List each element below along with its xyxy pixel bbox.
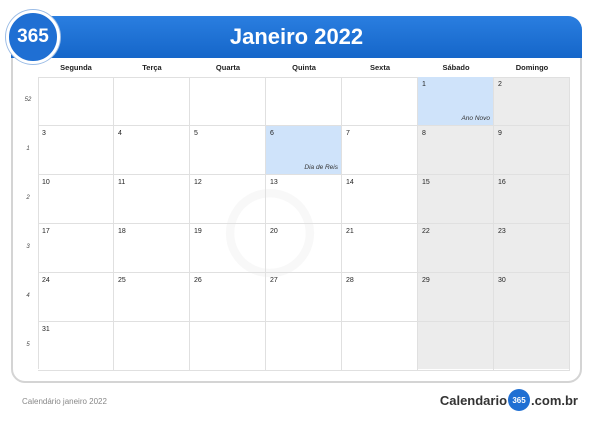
- day-number: 8: [422, 130, 426, 137]
- day-cell-9[interactable]: 9: [494, 126, 570, 175]
- day-number: 1: [422, 81, 426, 88]
- day-number: 14: [346, 179, 354, 186]
- day-cell-1[interactable]: 1 Ano Novo: [418, 77, 494, 126]
- empty-day-cell: [114, 322, 190, 371]
- weekday-header-5: Sábado: [442, 63, 470, 72]
- day-cell-27[interactable]: 27: [266, 273, 342, 322]
- day-cell-25[interactable]: 25: [114, 273, 190, 322]
- footer-caption: Calendário janeiro 2022: [22, 397, 107, 406]
- day-cell-14[interactable]: 14: [342, 175, 418, 224]
- day-number: 22: [422, 228, 430, 235]
- day-cell-24[interactable]: 24: [38, 273, 114, 322]
- day-number: 18: [118, 228, 126, 235]
- day-cell-29[interactable]: 29: [418, 273, 494, 322]
- empty-day-cell: [190, 77, 266, 126]
- brand-suffix: .com.br: [531, 392, 578, 408]
- brand-prefix: Calendario: [439, 392, 508, 408]
- holiday-label: Dia de Reis: [304, 164, 338, 171]
- day-cell-20[interactable]: 20: [266, 224, 342, 273]
- day-number: 27: [270, 277, 278, 284]
- brand-365-circle: 365: [508, 389, 531, 411]
- day-cell-13[interactable]: 13: [266, 175, 342, 224]
- day-number: 11: [118, 179, 126, 186]
- week-number: 1: [26, 146, 30, 152]
- week-number: 5: [26, 342, 30, 348]
- day-number: 24: [42, 277, 50, 284]
- day-number: 10: [42, 179, 50, 186]
- day-number: 29: [422, 277, 430, 284]
- day-cell-26[interactable]: 26: [190, 273, 266, 322]
- day-cell-30[interactable]: 30: [494, 273, 570, 322]
- day-number: 30: [498, 277, 506, 284]
- day-cell-28[interactable]: 28: [342, 273, 418, 322]
- day-number: 31: [42, 326, 50, 333]
- day-cell-31[interactable]: 31: [38, 322, 114, 371]
- day-number: 2: [498, 81, 502, 88]
- day-cell-23[interactable]: 23: [494, 224, 570, 273]
- empty-day-cell: [342, 77, 418, 126]
- empty-day-cell: [38, 77, 114, 126]
- day-number: 15: [422, 179, 430, 186]
- day-cell-10[interactable]: 10: [38, 175, 114, 224]
- week-number: 4: [26, 293, 30, 299]
- week-number: 3: [26, 244, 30, 250]
- day-cell-12[interactable]: 12: [190, 175, 266, 224]
- day-number: 16: [498, 179, 506, 186]
- day-number: 19: [194, 228, 202, 235]
- day-number: 12: [194, 179, 202, 186]
- day-number: 23: [498, 228, 506, 235]
- weekday-header-4: Sexta: [369, 63, 390, 72]
- day-cell-21[interactable]: 21: [342, 224, 418, 273]
- day-number: 9: [498, 130, 502, 137]
- empty-day-cell: [342, 322, 418, 371]
- day-cell-3[interactable]: 3: [38, 126, 114, 175]
- empty-day-cell: [114, 77, 190, 126]
- day-cell-17[interactable]: 17: [38, 224, 114, 273]
- logo-365[interactable]: 365: [6, 10, 60, 64]
- day-cell-15[interactable]: 15: [418, 175, 494, 224]
- day-cell-5[interactable]: 5: [190, 126, 266, 175]
- empty-day-cell: [494, 322, 570, 371]
- day-cell-2[interactable]: 2: [494, 77, 570, 126]
- day-cell-16[interactable]: 16: [494, 175, 570, 224]
- brand-logo[interactable]: Calendario 365 .com.br: [440, 389, 578, 411]
- holiday-label: Ano Novo: [461, 115, 490, 122]
- day-number: 5: [194, 130, 198, 137]
- day-number: 28: [346, 277, 354, 284]
- weekday-header-2: Quarta: [215, 63, 241, 72]
- day-cell-19[interactable]: 19: [190, 224, 266, 273]
- day-cell-4[interactable]: 4: [114, 126, 190, 175]
- day-number: 6: [270, 130, 274, 137]
- day-cell-22[interactable]: 22: [418, 224, 494, 273]
- day-cell-11[interactable]: 11: [114, 175, 190, 224]
- week-number: 2: [26, 195, 30, 201]
- day-cell-18[interactable]: 18: [114, 224, 190, 273]
- weekday-header-0: Segunda: [60, 63, 92, 72]
- month-title: Janeiro 2022: [229, 24, 364, 49]
- day-number: 17: [42, 228, 50, 235]
- weekday-header-6: Domingo: [515, 63, 549, 72]
- day-cell-6[interactable]: 6 Dia de Reis: [266, 126, 342, 175]
- empty-day-cell: [266, 77, 342, 126]
- empty-day-cell: [266, 322, 342, 371]
- day-cell-8[interactable]: 8: [418, 126, 494, 175]
- day-cell-7[interactable]: 7: [342, 126, 418, 175]
- day-number: 3: [42, 130, 46, 137]
- day-number: 13: [270, 179, 278, 186]
- empty-day-cell: [190, 322, 266, 371]
- empty-day-cell: [418, 322, 494, 371]
- day-number: 4: [118, 130, 122, 137]
- weekday-header-3: Quinta: [292, 63, 316, 72]
- day-number: 7: [346, 130, 350, 137]
- day-number: 21: [346, 228, 354, 235]
- day-number: 20: [270, 228, 278, 235]
- day-number: 26: [194, 277, 202, 284]
- week-number: 52: [24, 97, 32, 103]
- day-number: 25: [118, 277, 126, 284]
- weekday-header-1: Terça: [142, 63, 162, 72]
